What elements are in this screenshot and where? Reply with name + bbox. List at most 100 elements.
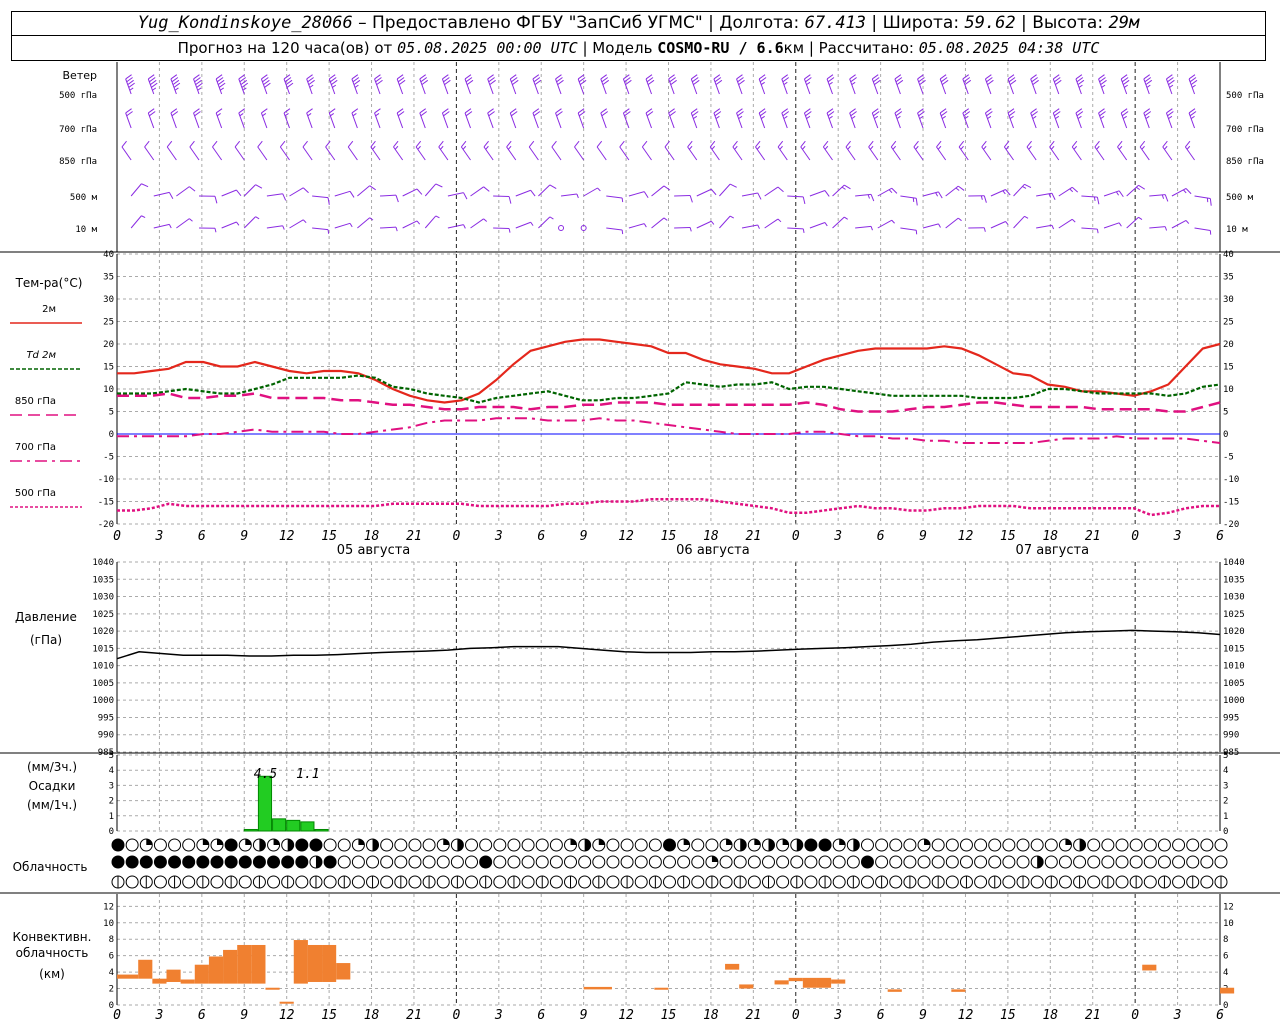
cloud-cover-circle — [436, 855, 450, 869]
cloud-cover-circle — [1058, 875, 1072, 889]
cloud-cover-icon — [366, 838, 380, 852]
wind-barb-half-feather — [806, 115, 811, 120]
wind-barb-feather — [824, 190, 830, 197]
pressure-y-tick-right: 1030 — [1223, 593, 1245, 603]
cloud-cover-icon — [139, 838, 153, 852]
wind-barb-half-feather — [440, 145, 444, 150]
wind-barb — [641, 140, 652, 161]
cloud-cover-circle — [1115, 875, 1129, 889]
cloud-cover-icon — [719, 838, 733, 852]
cloud-cover-circle — [564, 855, 578, 869]
cloud-cover-icon — [182, 855, 196, 869]
wind-barb — [221, 189, 242, 197]
wind-barb-shaft — [945, 217, 959, 229]
wind-barb — [260, 108, 268, 129]
cloud-cover-circle — [804, 875, 818, 889]
wind-barb — [464, 108, 473, 129]
cloud-cover-circle — [351, 875, 365, 889]
temp-y-tick-right: -20 — [1223, 520, 1239, 530]
cloud-cover-icon — [111, 838, 125, 852]
temp-y-tick: 5 — [109, 408, 114, 418]
wind-barb — [374, 108, 381, 129]
wind-barb — [130, 215, 146, 229]
wind-barb-shaft — [764, 186, 779, 197]
wind-barb — [900, 227, 918, 235]
wind-barb-half-feather — [824, 222, 828, 227]
pressure-y-tick-right: 1005 — [1223, 679, 1245, 689]
cloud-cover-icon — [125, 875, 139, 889]
date-label: 06 августа — [676, 543, 750, 558]
cloud-cover-icon — [846, 875, 860, 889]
wind-barb-shaft — [877, 219, 893, 229]
wind-barb — [832, 216, 848, 229]
cloud-cover-fill — [924, 839, 931, 845]
cloud-cover-icon — [691, 855, 705, 869]
cloud-cover-icon — [945, 855, 959, 869]
wind-barb — [379, 226, 398, 232]
wind-barb-half-feather — [1122, 115, 1127, 120]
cloud-cover-fill — [711, 856, 718, 862]
wind-barb — [493, 227, 511, 233]
cloud-cover-icon — [846, 838, 860, 852]
wind-barb-feather — [1139, 140, 1146, 148]
cloud-cover-circle — [1186, 838, 1200, 852]
wind-barb-feather — [189, 140, 195, 148]
wind-barb — [619, 140, 630, 161]
cloud-panel-label: Облачность — [12, 860, 88, 874]
wind-barb-shaft — [234, 146, 245, 161]
wind-barb-half-feather — [1118, 222, 1122, 227]
wind-barb-shaft — [1036, 224, 1053, 229]
wind-barb-half-feather — [375, 113, 380, 117]
cloud-cover-icon — [733, 855, 747, 869]
wind-barb-shaft — [515, 221, 531, 229]
wind-barb — [741, 192, 762, 200]
wind-barb-shaft — [871, 78, 879, 95]
cloud-cover-icon — [323, 838, 337, 852]
wind-barb-shaft — [990, 189, 1006, 197]
cloud-cover-circle — [422, 838, 436, 852]
cloud-cover-fill — [584, 839, 591, 851]
wind-barb — [402, 188, 423, 197]
wind-barb-half-feather — [1209, 230, 1212, 235]
cloud-cover-circle — [903, 838, 917, 852]
cloud-cover-circle — [408, 875, 422, 889]
wind-barb-half-feather — [1101, 84, 1106, 88]
wind-barb-shaft — [1171, 188, 1187, 197]
wind-barb-feather — [327, 197, 330, 205]
wind-barb-shaft — [487, 112, 494, 129]
cloud-cover-fill — [839, 839, 846, 845]
temp-x-tick-label: 6 — [877, 529, 885, 544]
wind-barb-half-feather — [1123, 84, 1128, 88]
wind-barb — [238, 74, 249, 95]
convective-bar — [816, 977, 832, 988]
cloud-cover-icon — [761, 875, 775, 889]
cloud-cover-circle — [1115, 838, 1129, 852]
wind-barb-half-feather — [416, 220, 421, 225]
wind-barb-shaft — [674, 226, 691, 229]
wind-barb-feather — [483, 140, 489, 148]
wind-barb-half-feather — [1093, 196, 1096, 202]
cloud-cover-icon — [959, 838, 973, 852]
wind-barb-half-feather — [693, 115, 698, 120]
cloud-cover-circle — [196, 855, 210, 869]
wind-barb-shaft — [487, 78, 494, 95]
cloud-cover-circle — [1016, 838, 1030, 852]
pressure-y-tick-right: 995 — [1223, 713, 1239, 723]
wind-barb-feather — [279, 140, 286, 148]
wind-barb-half-feather — [332, 84, 337, 88]
wind-barb-feather — [325, 140, 331, 148]
convective-y-tick: 6 — [109, 952, 114, 962]
cloud-cover-circle — [1087, 855, 1101, 869]
pressure-y-tick: 990 — [98, 731, 114, 741]
convective-x-tick-label: 9 — [580, 1008, 588, 1023]
temp-x-tick-label: 0 — [452, 529, 460, 544]
wind-barb — [687, 140, 698, 161]
temp-series-line — [117, 392, 1221, 413]
wind-barb-half-feather — [214, 228, 217, 233]
cloud-cover-circle — [606, 855, 620, 869]
wind-barb — [777, 140, 788, 161]
cloud-cover-circle — [719, 875, 733, 889]
wind-barb — [945, 185, 965, 197]
cloud-cover-circle — [521, 838, 535, 852]
wind-barb — [551, 140, 562, 161]
